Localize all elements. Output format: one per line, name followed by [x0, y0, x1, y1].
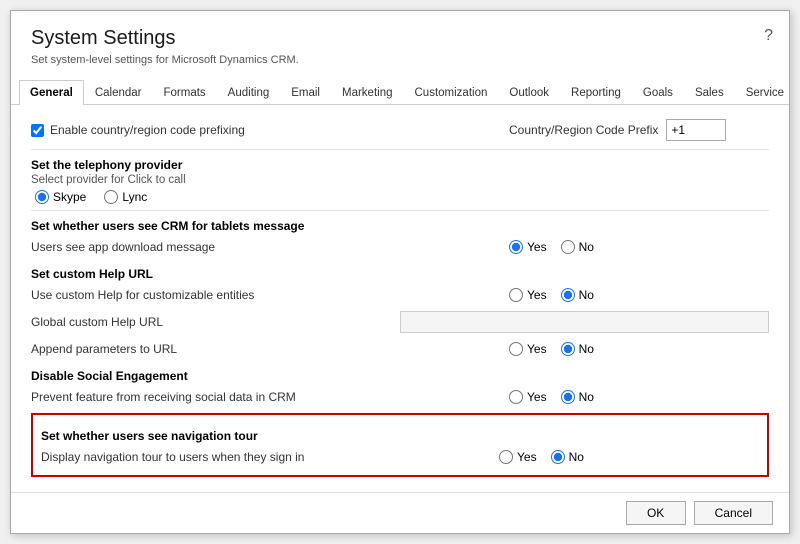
- tab-email[interactable]: Email: [280, 80, 331, 105]
- tab-synchronization[interactable]: Synchronization: [795, 80, 800, 105]
- lync-radio[interactable]: [104, 190, 118, 204]
- system-settings-dialog: System Settings Set system-level setting…: [10, 10, 790, 534]
- navigation-tour-title: Set whether users see navigation tour: [41, 429, 759, 443]
- help-icon[interactable]: ?: [764, 27, 773, 45]
- social-row: Prevent feature from receiving social da…: [31, 385, 769, 409]
- social-yes-label[interactable]: Yes: [509, 390, 547, 404]
- tablets-no-text: No: [579, 240, 594, 254]
- enable-country-prefix-checkbox[interactable]: [31, 124, 44, 137]
- tab-outlook[interactable]: Outlook: [498, 80, 560, 105]
- tabs-bar: General Calendar Formats Auditing Email …: [11, 80, 789, 105]
- tablets-row-label: Users see app download message: [31, 240, 509, 254]
- dialog-title: System Settings: [31, 27, 769, 50]
- navigation-tour-section: Set whether users see navigation tour Di…: [31, 413, 769, 477]
- social-no-radio[interactable]: [561, 390, 575, 404]
- tablets-yes-radio[interactable]: [509, 240, 523, 254]
- append-params-row: Append parameters to URL Yes No: [31, 337, 769, 361]
- enable-country-prefix-row: Enable country/region code prefixing Cou…: [31, 115, 769, 145]
- navigation-tour-row: Display navigation tour to users when th…: [41, 445, 759, 469]
- lync-label: Lync: [122, 190, 147, 204]
- skype-radio-label[interactable]: Skype: [35, 190, 86, 204]
- navigation-tour-radio-group: Yes No: [499, 450, 759, 464]
- global-help-url-control: [400, 311, 769, 333]
- tab-sales[interactable]: Sales: [684, 80, 735, 105]
- tab-marketing[interactable]: Marketing: [331, 80, 404, 105]
- social-no-label[interactable]: No: [561, 390, 594, 404]
- custom-help-no-radio[interactable]: [561, 288, 575, 302]
- custom-help-row-1: Use custom Help for customizable entitie…: [31, 283, 769, 307]
- custom-help-title: Set custom Help URL: [31, 267, 769, 281]
- telephony-title: Set the telephony provider: [31, 158, 769, 172]
- nav-tour-yes-label[interactable]: Yes: [499, 450, 537, 464]
- social-yes-radio[interactable]: [509, 390, 523, 404]
- nav-tour-no-text: No: [569, 450, 584, 464]
- content-area: Enable country/region code prefixing Cou…: [11, 105, 789, 492]
- country-prefix-label: Country/Region Code Prefix: [509, 123, 658, 137]
- enable-country-prefix-label: Enable country/region code prefixing: [50, 123, 503, 137]
- tablets-yes-label[interactable]: Yes: [509, 240, 547, 254]
- dialog-header: System Settings Set system-level setting…: [11, 11, 789, 72]
- tablets-title: Set whether users see CRM for tablets me…: [31, 219, 769, 233]
- social-title: Disable Social Engagement: [31, 369, 769, 383]
- custom-help-no-label[interactable]: No: [561, 288, 594, 302]
- tab-calendar[interactable]: Calendar: [84, 80, 153, 105]
- ok-button[interactable]: OK: [626, 501, 686, 525]
- tablets-radio-group: Yes No: [509, 240, 769, 254]
- tab-reporting[interactable]: Reporting: [560, 80, 632, 105]
- dialog-footer: OK Cancel: [11, 492, 789, 533]
- tablets-no-radio[interactable]: [561, 240, 575, 254]
- custom-help-yes-radio[interactable]: [509, 288, 523, 302]
- custom-help-row-1-radio: Yes No: [509, 288, 769, 302]
- tablets-row: Users see app download message Yes No: [31, 235, 769, 259]
- custom-help-no-text: No: [579, 288, 594, 302]
- skype-label: Skype: [53, 190, 86, 204]
- append-params-no-label[interactable]: No: [561, 342, 594, 356]
- skype-radio[interactable]: [35, 190, 49, 204]
- global-help-url-row: Global custom Help URL: [31, 307, 769, 337]
- tablets-yes-text: Yes: [527, 240, 547, 254]
- navigation-tour-label: Display navigation tour to users when th…: [41, 450, 499, 464]
- social-row-label: Prevent feature from receiving social da…: [31, 390, 509, 404]
- tablets-no-label[interactable]: No: [561, 240, 594, 254]
- country-prefix-control: Country/Region Code Prefix: [509, 119, 769, 141]
- social-radio-group: Yes No: [509, 390, 769, 404]
- global-help-url-input[interactable]: [400, 311, 769, 333]
- append-params-label: Append parameters to URL: [31, 342, 509, 356]
- append-params-yes-label[interactable]: Yes: [509, 342, 547, 356]
- telephony-options: Skype Lync: [31, 188, 769, 206]
- custom-help-yes-label[interactable]: Yes: [509, 288, 547, 302]
- dialog-subtitle: Set system-level settings for Microsoft …: [31, 54, 769, 66]
- social-no-text: No: [579, 390, 594, 404]
- nav-tour-yes-radio[interactable]: [499, 450, 513, 464]
- cancel-button[interactable]: Cancel: [694, 501, 773, 525]
- append-params-no-text: No: [579, 342, 594, 356]
- social-yes-text: Yes: [527, 390, 547, 404]
- nav-tour-no-radio[interactable]: [551, 450, 565, 464]
- tab-general[interactable]: General: [19, 80, 84, 105]
- append-params-no-radio[interactable]: [561, 342, 575, 356]
- custom-help-yes-text: Yes: [527, 288, 547, 302]
- global-help-url-label: Global custom Help URL: [31, 315, 400, 329]
- tab-formats[interactable]: Formats: [153, 80, 217, 105]
- lync-radio-label[interactable]: Lync: [104, 190, 147, 204]
- custom-help-row-1-label: Use custom Help for customizable entitie…: [31, 288, 509, 302]
- tab-goals[interactable]: Goals: [632, 80, 684, 105]
- telephony-desc: Select provider for Click to call: [31, 174, 769, 186]
- tab-auditing[interactable]: Auditing: [217, 80, 281, 105]
- tab-customization[interactable]: Customization: [404, 80, 499, 105]
- append-params-yes-text: Yes: [527, 342, 547, 356]
- tab-service[interactable]: Service: [735, 80, 795, 105]
- country-prefix-input[interactable]: [666, 119, 726, 141]
- nav-tour-yes-text: Yes: [517, 450, 537, 464]
- nav-tour-no-label[interactable]: No: [551, 450, 584, 464]
- append-params-yes-radio[interactable]: [509, 342, 523, 356]
- append-params-radio: Yes No: [509, 342, 769, 356]
